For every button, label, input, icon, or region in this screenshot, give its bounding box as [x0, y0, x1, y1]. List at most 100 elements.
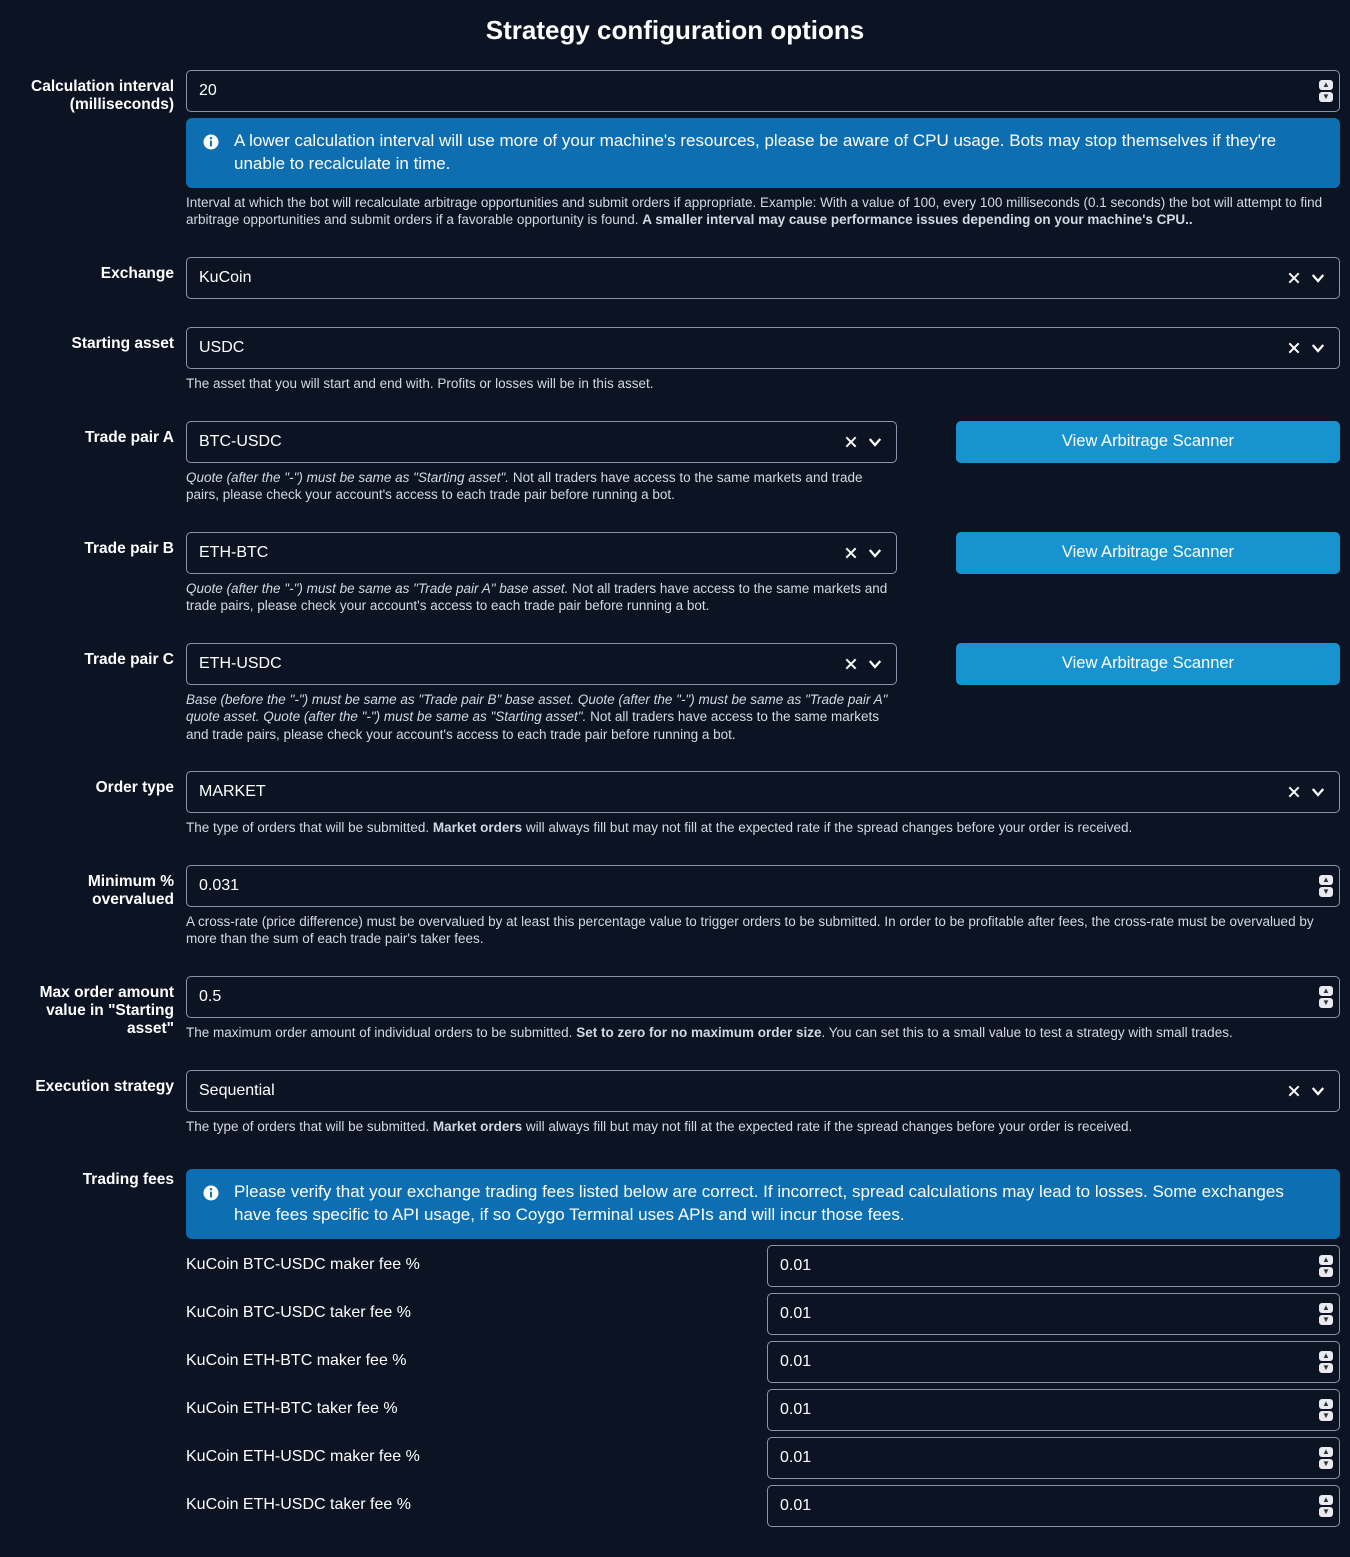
fee-input[interactable]: 0.01 ▲▼ — [767, 1437, 1340, 1479]
max-order-label: Max order amount value in "Starting asse… — [10, 976, 186, 1042]
spinner-down-icon[interactable]: ▼ — [1319, 1459, 1333, 1469]
clear-icon[interactable] — [1285, 1082, 1303, 1100]
fee-input[interactable]: 0.01 ▲ ▼ — [767, 1389, 1340, 1431]
chevron-down-icon[interactable] — [1309, 269, 1327, 287]
view-arbitrage-scanner-button[interactable]: View Arbitrage Scanner — [956, 421, 1340, 463]
calc-interval-banner-text: A lower calculation interval will use mo… — [234, 130, 1324, 176]
fee-input[interactable]: 0.01 ▲ ▼ — [767, 1485, 1340, 1527]
spinner-down-icon[interactable]: ▼ — [1319, 998, 1333, 1008]
max-order-value: 0.5 — [199, 988, 1327, 1006]
trade-pair-a-value: BTC-USDC — [199, 433, 842, 451]
exchange-value: KuCoin — [199, 269, 1285, 287]
starting-asset-help: The asset that you will start and end wi… — [186, 375, 1340, 393]
fee-label: KuCoin ETH-USDC maker fee % — [186, 1438, 755, 1478]
trade-pair-a-help: Quote (after the "-") must be same as "S… — [186, 469, 897, 504]
info-icon — [202, 1184, 220, 1202]
spinner-up-icon[interactable]: ▲ — [1319, 1255, 1333, 1265]
trade-pair-a-select[interactable]: BTC-USDC — [186, 421, 897, 463]
starting-asset-select[interactable]: USDC — [186, 327, 1340, 369]
execution-strategy-help: The type of orders that will be submitte… — [186, 1118, 1340, 1136]
trade-pair-c-label: Trade pair C — [10, 643, 186, 744]
view-arbitrage-scanner-button[interactable]: View Arbitrage Scanner — [956, 532, 1340, 574]
fee-value: 0.01 — [780, 1305, 1327, 1323]
spinner-up-icon[interactable]: ▲ — [1319, 875, 1333, 885]
execution-strategy-value: Sequential — [199, 1082, 1285, 1100]
number-spinner: ▲ ▼ — [1319, 80, 1333, 102]
order-type-help: The type of orders that will be submitte… — [186, 819, 1340, 837]
spinner-up-icon[interactable]: ▲ — [1319, 1495, 1333, 1505]
fee-label: KuCoin BTC-USDC taker fee % — [186, 1294, 755, 1334]
spinner-up-icon[interactable]: ▲ — [1319, 1303, 1333, 1313]
fee-value: 0.01 — [780, 1401, 1327, 1419]
min-overvalued-label: Minimum % overvalued — [10, 865, 186, 948]
spinner-up-icon[interactable]: ▲ — [1319, 1447, 1333, 1457]
trading-fees-label: Trading fees — [10, 1163, 186, 1527]
order-type-select[interactable]: MARKET — [186, 771, 1340, 813]
clear-icon[interactable] — [1285, 339, 1303, 357]
calc-interval-help: Interval at which the bot will recalcula… — [186, 194, 1340, 229]
order-type-label: Order type — [10, 771, 186, 837]
chevron-down-icon[interactable] — [1309, 339, 1327, 357]
clear-icon[interactable] — [1285, 269, 1303, 287]
trade-pair-c-value: ETH-USDC — [199, 655, 842, 673]
execution-strategy-label: Execution strategy — [10, 1070, 186, 1136]
page-title: Strategy configuration options — [10, 15, 1340, 46]
min-overvalued-help: A cross-rate (price difference) must be … — [186, 913, 1340, 948]
chevron-down-icon[interactable] — [866, 655, 884, 673]
max-order-input[interactable]: 0.5 ▲ ▼ — [186, 976, 1340, 1018]
fee-row: KuCoin ETH-USDC taker fee % 0.01 ▲ ▼ — [186, 1485, 1340, 1527]
fee-label: KuCoin ETH-BTC maker fee % — [186, 1342, 755, 1382]
clear-icon[interactable] — [1285, 783, 1303, 801]
spinner-down-icon[interactable]: ▼ — [1319, 887, 1333, 897]
max-order-help: The maximum order amount of individual o… — [186, 1024, 1340, 1042]
trading-fees-banner: Please verify that your exchange trading… — [186, 1169, 1340, 1239]
chevron-down-icon[interactable] — [1309, 783, 1327, 801]
fee-input[interactable]: 0.01 ▲ ▼ — [767, 1341, 1340, 1383]
spinner-up-icon[interactable]: ▲ — [1319, 1351, 1333, 1361]
info-icon — [202, 133, 220, 151]
trade-pair-b-select[interactable]: ETH-BTC — [186, 532, 897, 574]
fee-row: KuCoin ETH-USDC maker fee % 0.01 ▲▼ — [186, 1437, 1340, 1479]
fee-value: 0.01 — [780, 1497, 1327, 1515]
min-overvalued-value: 0.031 — [199, 877, 1327, 895]
exchange-label: Exchange — [10, 257, 186, 299]
spinner-down-icon[interactable]: ▼ — [1319, 1315, 1333, 1325]
fee-row: KuCoin ETH-BTC maker fee % 0.01 ▲ ▼ — [186, 1341, 1340, 1383]
spinner-down-icon[interactable]: ▼ — [1319, 92, 1333, 102]
spinner-up-icon[interactable]: ▲ — [1319, 1399, 1333, 1409]
fee-label: KuCoin ETH-USDC taker fee % — [186, 1486, 755, 1526]
clear-icon[interactable] — [842, 544, 860, 562]
trading-fees-banner-text: Please verify that your exchange trading… — [234, 1181, 1324, 1227]
spinner-down-icon[interactable]: ▼ — [1319, 1411, 1333, 1421]
fee-value: 0.01 — [780, 1257, 1327, 1275]
spinner-up-icon[interactable]: ▲ — [1319, 986, 1333, 996]
fee-label: KuCoin ETH-BTC taker fee % — [186, 1390, 755, 1430]
trade-pair-b-help: Quote (after the "-") must be same as "T… — [186, 580, 897, 615]
min-overvalued-input[interactable]: 0.031 ▲ ▼ — [186, 865, 1340, 907]
fee-input[interactable]: 0.01 ▲ ▼ — [767, 1245, 1340, 1287]
execution-strategy-select[interactable]: Sequential — [186, 1070, 1340, 1112]
clear-icon[interactable] — [842, 655, 860, 673]
trade-pair-b-value: ETH-BTC — [199, 544, 842, 562]
fee-input[interactable]: 0.01 ▲ ▼ — [767, 1293, 1340, 1335]
fee-value: 0.01 — [780, 1353, 1327, 1371]
chevron-down-icon[interactable] — [866, 544, 884, 562]
calc-interval-input[interactable]: 20 ▲ ▼ — [186, 70, 1340, 112]
spinner-up-icon[interactable]: ▲ — [1319, 80, 1333, 90]
chevron-down-icon[interactable] — [866, 433, 884, 451]
starting-asset-value: USDC — [199, 339, 1285, 357]
calc-interval-value: 20 — [199, 82, 1327, 100]
fee-row: KuCoin BTC-USDC maker fee % 0.01 ▲ ▼ — [186, 1245, 1340, 1287]
trade-pair-c-select[interactable]: ETH-USDC — [186, 643, 897, 685]
clear-icon[interactable] — [842, 433, 860, 451]
trade-pair-a-label: Trade pair A — [10, 421, 186, 504]
view-arbitrage-scanner-button[interactable]: View Arbitrage Scanner — [956, 643, 1340, 685]
spinner-down-icon[interactable]: ▼ — [1319, 1267, 1333, 1277]
calc-interval-label: Calculation interval (milliseconds) — [10, 70, 186, 229]
exchange-select[interactable]: KuCoin — [186, 257, 1340, 299]
fee-label: KuCoin BTC-USDC maker fee % — [186, 1246, 755, 1286]
trade-pair-b-label: Trade pair B — [10, 532, 186, 615]
chevron-down-icon[interactable] — [1309, 1082, 1327, 1100]
spinner-down-icon[interactable]: ▼ — [1319, 1507, 1333, 1517]
spinner-down-icon[interactable]: ▼ — [1319, 1363, 1333, 1373]
